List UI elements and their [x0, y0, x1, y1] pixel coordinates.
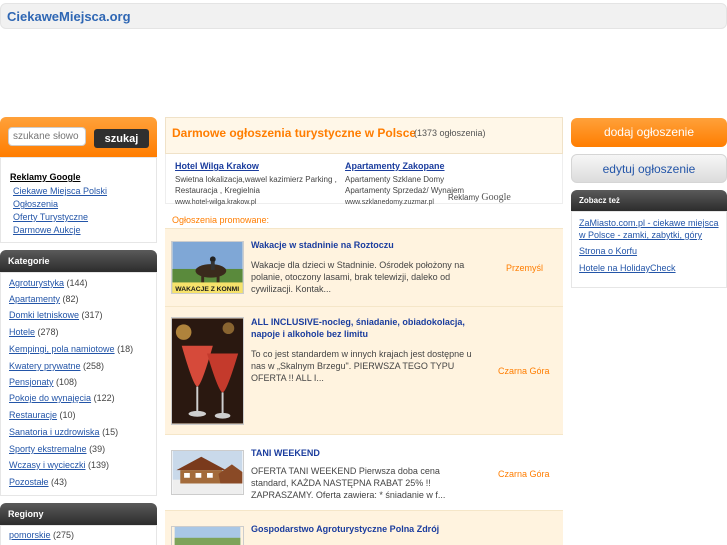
google-ads-heading[interactable]: Reklamy Google	[10, 172, 81, 182]
listings-count: (1373 ogłoszenia)	[414, 128, 486, 138]
listing-item[interactable]: WAKACJE Z KONMI Wakacje w stadninie na R…	[165, 228, 563, 306]
left-link-oferty[interactable]: Oferty Turystyczne	[13, 212, 88, 222]
listing-thumbnail[interactable]	[171, 526, 244, 545]
listing-title[interactable]: TANI WEEKEND	[251, 447, 487, 459]
left-links-panel: Reklamy Google Ciekawe Miejsca Polski Og…	[0, 157, 157, 243]
listing-item[interactable]: Gospodarstwo Agroturystyczne Polna Zdrój	[165, 510, 563, 545]
ad-title[interactable]: Apartamenty Zakopane	[345, 161, 445, 171]
listing-thumbnail[interactable]	[171, 317, 244, 425]
category-item[interactable]: Domki letniskowe (317)	[9, 310, 103, 320]
categories-heading: Kategorie	[0, 250, 157, 272]
listing-location: Czarna Góra	[498, 366, 550, 376]
categories-list: Agroturystyka (144) Apartamenty (82) Dom…	[0, 272, 157, 496]
category-item[interactable]: Sanatoria i uzdrowiska (15)	[9, 427, 118, 437]
ad-text: Swietna lokalizacja,wawel kazimierz Park…	[175, 175, 337, 206]
listing-title[interactable]: Wakacje w stadninie na Roztoczu	[251, 239, 487, 251]
category-item[interactable]: Wczasy i wycieczki (139)	[9, 460, 109, 470]
category-item[interactable]: Kwatery prywatne (258)	[9, 361, 104, 371]
category-item[interactable]: Agroturystyka (144)	[9, 278, 88, 288]
main-content: Darmowe ogłoszenia turystyczne w Polsce …	[165, 117, 563, 545]
search-panel: szukaj	[0, 117, 157, 157]
promoted-label: Ogłoszenia promowane:	[172, 215, 270, 225]
category-item[interactable]: Pozostałe (43)	[9, 477, 67, 487]
edit-listing-button[interactable]: edytuj ogłoszenie	[571, 154, 727, 183]
listings-header: Darmowe ogłoszenia turystyczne w Polsce …	[165, 117, 563, 154]
see-also-list: ZaMiasto.com.pl - ciekawe miejsca w Pols…	[571, 211, 727, 288]
search-button[interactable]: szukaj	[94, 129, 149, 148]
category-item[interactable]: Sporty ekstremalne (39)	[9, 444, 105, 454]
left-link-aukcje[interactable]: Darmowe Aukcje	[13, 225, 81, 235]
site-logo[interactable]: CiekaweMiejsca.org	[7, 9, 131, 24]
add-listing-button[interactable]: dodaj ogłoszenie	[571, 118, 727, 147]
region-item[interactable]: pomorskie (275)	[9, 530, 74, 540]
category-item[interactable]: Kempingi, pola namiotowe (18)	[9, 344, 133, 354]
listing-title[interactable]: Gospodarstwo Agroturystyczne Polna Zdrój	[251, 523, 487, 535]
listing-location: Przemyśl	[506, 263, 544, 273]
see-also-link[interactable]: ZaMiasto.com.pl - ciekawe miejsca w Pols…	[579, 217, 725, 241]
svg-text:WAKACJE Z KONMI: WAKACJE Z KONMI	[175, 286, 239, 293]
category-item[interactable]: Pensjonaty (108)	[9, 377, 77, 387]
regions-heading: Regiony	[0, 503, 157, 525]
listing-description: Wakacje dla dzieci w Stadninie. Ośrodek …	[251, 260, 465, 294]
google-ads-block: Hotel Wilga Krakow Swietna lokalizacja,w…	[165, 154, 563, 206]
regions-list: pomorskie (275)	[0, 525, 157, 545]
see-also-link[interactable]: Strona o Korfu	[579, 245, 725, 257]
google-ads-label[interactable]: Reklamy Google	[448, 192, 511, 203]
page-title: Darmowe ogłoszenia turystyczne w Polsce	[172, 126, 417, 140]
search-input[interactable]	[8, 127, 86, 146]
listing-thumbnail[interactable]	[171, 450, 244, 495]
listing-description: To co jest standardem w innych krajach j…	[251, 349, 472, 383]
category-item[interactable]: Pokoje do wynajęcia (122)	[9, 393, 115, 403]
listing-title[interactable]: ALL INCLUSIVE-nocleg, śniadanie, obiadok…	[251, 316, 487, 340]
see-also-heading: Zobacz też	[571, 190, 727, 211]
listing-item[interactable]: TANI WEEKEND OFERTA TANI WEEKEND Pierwsz…	[165, 434, 563, 510]
ad-title[interactable]: Hotel Wilga Krakow	[175, 161, 259, 171]
left-link-ciekawe-miejsca[interactable]: Ciekawe Miejsca Polski	[13, 186, 107, 196]
listing-item[interactable]: ALL INCLUSIVE-nocleg, śniadanie, obiadok…	[165, 306, 563, 434]
see-also-link[interactable]: Hotele na HolidayCheck	[579, 262, 725, 274]
category-item[interactable]: Apartamenty (82)	[9, 294, 79, 304]
category-item[interactable]: Restauracje (10)	[9, 410, 76, 420]
category-item[interactable]: Hotele (278)	[9, 327, 59, 337]
listing-thumbnail[interactable]: WAKACJE Z KONMI	[171, 241, 244, 294]
listing-location: Czarna Góra	[498, 469, 550, 479]
listing-description: OFERTA TANI WEEKEND Pierwsza doba cena s…	[251, 466, 446, 500]
left-link-ogloszenia[interactable]: Ogłoszenia	[13, 199, 58, 209]
header-bar: CiekaweMiejsca.org	[0, 3, 727, 29]
